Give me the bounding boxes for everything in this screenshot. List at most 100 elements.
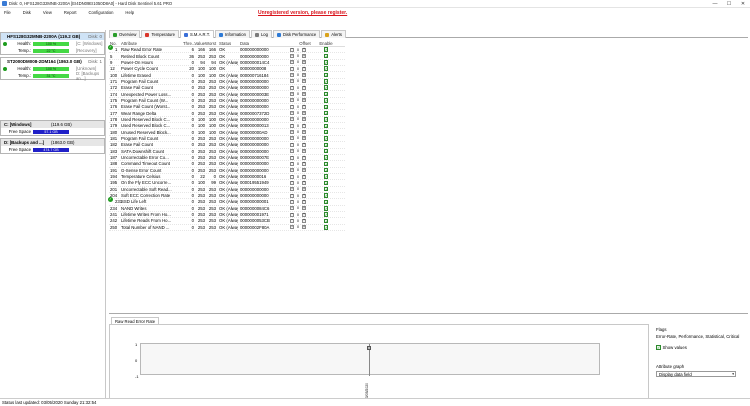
enable-checkbox[interactable]: ✓ bbox=[323, 123, 329, 129]
offset-plus-button[interactable]: + bbox=[302, 117, 306, 122]
enable-checkbox[interactable]: ✓ bbox=[323, 47, 329, 52]
menu-report[interactable]: Report bbox=[64, 10, 77, 15]
offset-minus-button[interactable]: − bbox=[290, 66, 294, 71]
offset-value[interactable]: 0 bbox=[295, 85, 301, 90]
offset-value[interactable]: 0 bbox=[295, 136, 301, 141]
offset-minus-button[interactable]: − bbox=[290, 168, 294, 173]
header-attribute[interactable]: Attribute bbox=[121, 41, 183, 46]
offset-minus-button[interactable]: − bbox=[290, 136, 294, 141]
menu-help[interactable]: Help bbox=[125, 10, 134, 15]
enable-checkbox[interactable]: ✓ bbox=[323, 110, 329, 116]
attribute-graph-select[interactable]: Display data field ▾ bbox=[656, 371, 736, 377]
close-button[interactable]: ✕ bbox=[736, 0, 750, 8]
offset-minus-button[interactable]: − bbox=[290, 130, 294, 135]
offset-minus-button[interactable]: − bbox=[290, 54, 294, 59]
offset-value[interactable]: 0 bbox=[295, 73, 301, 78]
offset-plus-button[interactable]: + bbox=[302, 79, 306, 84]
offset-value[interactable]: 0 bbox=[295, 193, 301, 198]
offset-plus-button[interactable]: + bbox=[302, 130, 306, 135]
offset-minus-button[interactable]: − bbox=[290, 85, 294, 90]
enable-checkbox[interactable]: ✓ bbox=[323, 142, 329, 148]
offset-plus-button[interactable]: + bbox=[302, 60, 306, 65]
offset-plus-button[interactable]: + bbox=[302, 73, 306, 78]
maximize-button[interactable]: ☐ bbox=[722, 0, 736, 8]
offset-plus-button[interactable]: + bbox=[302, 143, 306, 147]
offset-plus-button[interactable]: + bbox=[302, 174, 306, 179]
tab-information[interactable]: Information bbox=[214, 30, 250, 38]
table-row[interactable]: 250 Total Number of NAND ... 0 253 253 OK (Al… bbox=[109, 225, 345, 231]
volume-card-1[interactable]: D: [Backups and ...] (1863.0 GB) Free Sp… bbox=[0, 138, 105, 154]
menu-disk[interactable]: Disk bbox=[23, 10, 31, 15]
offset-plus-button[interactable]: + bbox=[302, 212, 306, 217]
tab-alerts[interactable]: Alerts bbox=[321, 30, 346, 38]
offset-minus-button[interactable]: − bbox=[290, 155, 294, 160]
offset-value[interactable]: 0 bbox=[295, 66, 301, 71]
offset-value[interactable]: 0 bbox=[295, 47, 301, 52]
offset-value[interactable]: 0 bbox=[295, 174, 301, 179]
offset-plus-button[interactable]: + bbox=[302, 219, 306, 223]
minimize-button[interactable]: — bbox=[708, 0, 722, 8]
header-threshold[interactable]: Thre... bbox=[183, 41, 195, 46]
offset-value[interactable]: 0 bbox=[295, 199, 301, 204]
offset-plus-button[interactable]: + bbox=[302, 206, 306, 211]
offset-value[interactable]: 0 bbox=[295, 60, 301, 65]
offset-value[interactable]: 0 bbox=[295, 212, 301, 217]
enable-checkbox[interactable]: ✓ bbox=[323, 193, 329, 198]
enable-checkbox[interactable]: ✓ bbox=[323, 218, 329, 224]
offset-minus-button[interactable]: − bbox=[290, 98, 294, 103]
offset-minus-button[interactable]: − bbox=[290, 174, 294, 179]
offset-plus-button[interactable]: + bbox=[302, 54, 306, 59]
offset-plus-button[interactable]: + bbox=[302, 98, 306, 103]
offset-value[interactable]: 0 bbox=[295, 142, 301, 147]
enable-checkbox[interactable]: ✓ bbox=[323, 79, 329, 84]
offset-plus-button[interactable]: + bbox=[302, 66, 306, 71]
enable-checkbox[interactable]: ✓ bbox=[323, 225, 329, 230]
header-enable[interactable]: Enable bbox=[319, 41, 332, 46]
offset-value[interactable]: 0 bbox=[295, 130, 301, 135]
offset-minus-button[interactable]: − bbox=[290, 124, 294, 128]
enable-checkbox[interactable]: ✓ bbox=[323, 155, 329, 160]
offset-value[interactable]: 0 bbox=[295, 79, 301, 84]
offset-value[interactable]: 0 bbox=[295, 92, 301, 97]
enable-checkbox[interactable]: ✓ bbox=[323, 199, 329, 205]
offset-plus-button[interactable]: + bbox=[302, 92, 306, 97]
offset-plus-button[interactable]: + bbox=[302, 105, 306, 109]
offset-value[interactable]: 0 bbox=[295, 111, 301, 116]
menu-file[interactable]: File bbox=[4, 10, 11, 15]
tab-overview[interactable]: Overview bbox=[109, 30, 141, 38]
enable-checkbox[interactable]: ✓ bbox=[323, 129, 329, 135]
enable-checkbox[interactable]: ✓ bbox=[323, 104, 329, 110]
offset-plus-button[interactable]: + bbox=[302, 187, 306, 192]
enable-checkbox[interactable]: ✓ bbox=[323, 212, 329, 217]
offset-minus-button[interactable]: − bbox=[290, 47, 294, 52]
offset-minus-button[interactable]: − bbox=[290, 111, 294, 116]
offset-value[interactable]: 0 bbox=[295, 180, 301, 185]
offset-value[interactable]: 0 bbox=[295, 218, 301, 223]
offset-minus-button[interactable]: − bbox=[290, 143, 294, 147]
offset-plus-button[interactable]: + bbox=[302, 149, 306, 154]
offset-value[interactable]: 0 bbox=[295, 168, 301, 173]
offset-value[interactable]: 0 bbox=[295, 123, 301, 128]
offset-minus-button[interactable]: − bbox=[290, 162, 294, 166]
tab-temperature[interactable]: Temperature bbox=[141, 30, 179, 38]
show-values-checkbox[interactable]: ✓ bbox=[656, 345, 661, 350]
offset-plus-button[interactable]: + bbox=[302, 47, 306, 52]
enable-checkbox[interactable]: ✓ bbox=[323, 186, 329, 192]
offset-value[interactable]: 0 bbox=[295, 104, 301, 109]
offset-minus-button[interactable]: − bbox=[290, 105, 294, 109]
menu-configuration[interactable]: Configuration bbox=[89, 10, 114, 15]
enable-checkbox[interactable]: ✓ bbox=[323, 72, 329, 78]
header-offset[interactable]: Offset bbox=[290, 41, 320, 46]
enable-checkbox[interactable]: ✓ bbox=[323, 66, 329, 71]
offset-minus-button[interactable]: − bbox=[290, 79, 294, 84]
tab-disk-performance[interactable]: Disk Performance bbox=[272, 30, 321, 38]
enable-checkbox[interactable]: ✓ bbox=[323, 161, 329, 167]
enable-checkbox[interactable]: ✓ bbox=[323, 98, 329, 103]
enable-checkbox[interactable]: ✓ bbox=[323, 117, 329, 122]
offset-value[interactable]: 0 bbox=[295, 206, 301, 211]
offset-value[interactable]: 0 bbox=[295, 225, 301, 230]
enable-checkbox[interactable]: ✓ bbox=[323, 206, 329, 211]
offset-minus-button[interactable]: − bbox=[290, 206, 294, 211]
offset-plus-button[interactable]: + bbox=[302, 155, 306, 160]
offset-minus-button[interactable]: − bbox=[290, 92, 294, 97]
